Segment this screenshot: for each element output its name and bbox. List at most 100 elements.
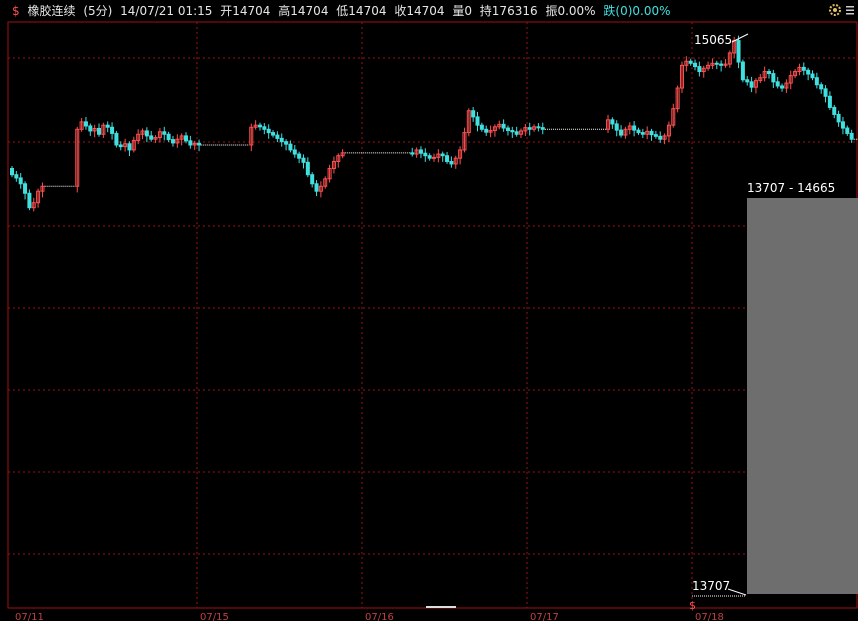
price-range-label: 13707 - 14665 [747, 181, 836, 195]
low-price: 低14704 [336, 4, 387, 18]
candle-body [766, 71, 771, 75]
high-price-label: 15065 [694, 33, 733, 47]
quote-header: $ 橡胶连续 (5分) 14/07/21 01:15 开14704 高14704… [0, 0, 858, 22]
candle-body [279, 137, 284, 143]
candle-body [427, 155, 432, 159]
price-annotations: $ [689, 33, 749, 612]
candle-body [97, 127, 102, 135]
candle-body [540, 127, 545, 130]
x-axis: 07/11 07/15 07/16 07/17 07/18 [15, 606, 724, 621]
candle-body [736, 40, 741, 63]
candle-body [836, 113, 841, 123]
candle-body [275, 134, 280, 139]
candle-body [749, 81, 754, 88]
x-tick-label: 07/16 [365, 612, 394, 621]
x-tick-label: 07/15 [200, 612, 229, 621]
candle-body [510, 130, 515, 133]
candle-body [127, 143, 132, 151]
candle-body [110, 126, 115, 134]
candle-body [257, 124, 262, 128]
candle-body [471, 110, 476, 118]
candle-body [740, 61, 745, 81]
candle-body [271, 132, 276, 136]
candle-body [144, 130, 149, 137]
candle-body [301, 157, 306, 163]
candle-body [814, 77, 819, 86]
candle-body [610, 119, 615, 125]
candle-body [823, 88, 828, 97]
candle-body [614, 123, 619, 131]
candle-body [514, 131, 519, 135]
candle-body [697, 66, 702, 73]
candle-body [771, 73, 776, 83]
candle-body [266, 128, 271, 134]
candle-body [484, 128, 489, 133]
candle-body [780, 85, 785, 89]
candle-body [632, 125, 637, 131]
candle-body [305, 161, 310, 176]
dollar-icon[interactable]: $ [12, 4, 20, 18]
candle-body [118, 144, 123, 148]
candle-body [636, 129, 641, 134]
chart-frame [7, 21, 858, 609]
candle-body [188, 140, 193, 146]
candle-body [819, 84, 824, 90]
candle-body [719, 63, 724, 66]
menu-icon[interactable] [845, 4, 855, 16]
period-label: (5分) [83, 4, 113, 18]
change-label: 跌(0)0.00% [603, 4, 671, 18]
candle-body [310, 174, 315, 185]
price-range-box [747, 198, 858, 594]
datetime-label: 14/07/21 01:15 [120, 4, 213, 18]
x-tick-label: 07/17 [530, 612, 559, 621]
gear-icon[interactable] [828, 3, 842, 17]
candle-body [649, 130, 654, 136]
candle-body [88, 125, 93, 132]
candle-body [475, 116, 480, 126]
candle-body [619, 129, 624, 136]
candle-body [505, 127, 510, 132]
low-price-label: 13707 [692, 579, 731, 593]
candle-body [14, 174, 19, 179]
candle-body [423, 152, 428, 157]
cursor-dollar-icon: $ [689, 599, 696, 612]
candles [10, 35, 854, 212]
candle-body [440, 153, 445, 157]
candle-body [714, 62, 719, 65]
candle-body [479, 124, 484, 130]
chart-grid [7, 21, 858, 609]
candle-body [840, 121, 845, 129]
candle-body [775, 81, 780, 87]
candle-body [162, 131, 167, 135]
amplitude-label: 振0.00% [545, 4, 596, 18]
candlestick-chart[interactable]: 07/11 07/15 07/16 07/17 07/18 $ [0, 0, 858, 621]
open-price: 开14704 [220, 4, 271, 18]
high-price: 高14704 [278, 4, 329, 18]
candle-body [27, 192, 32, 209]
candle-body [288, 143, 293, 151]
candle-body [83, 121, 88, 127]
close-price: 收14704 [394, 4, 445, 18]
instrument-name: 橡胶连续 [27, 4, 76, 18]
candle-body [166, 133, 171, 141]
candle-body [418, 149, 423, 154]
candle-body [297, 153, 302, 159]
candle-body [527, 127, 532, 130]
candle-body [688, 60, 693, 64]
candle-body [18, 177, 23, 185]
candle-body [10, 168, 14, 176]
candle-body [284, 141, 289, 145]
candle-body [536, 126, 541, 129]
candle-body [184, 135, 189, 142]
volume-label: 量0 [452, 4, 472, 18]
candle-body [149, 135, 154, 140]
candle-body [170, 139, 175, 144]
candle-body [806, 69, 811, 75]
candle-body [23, 183, 28, 194]
x-tick-label: 07/18 [695, 612, 724, 621]
candle-body [658, 135, 663, 140]
candle-body [449, 160, 454, 165]
candle-body [114, 132, 119, 146]
candle-body [849, 132, 854, 140]
candle-body [801, 66, 806, 71]
